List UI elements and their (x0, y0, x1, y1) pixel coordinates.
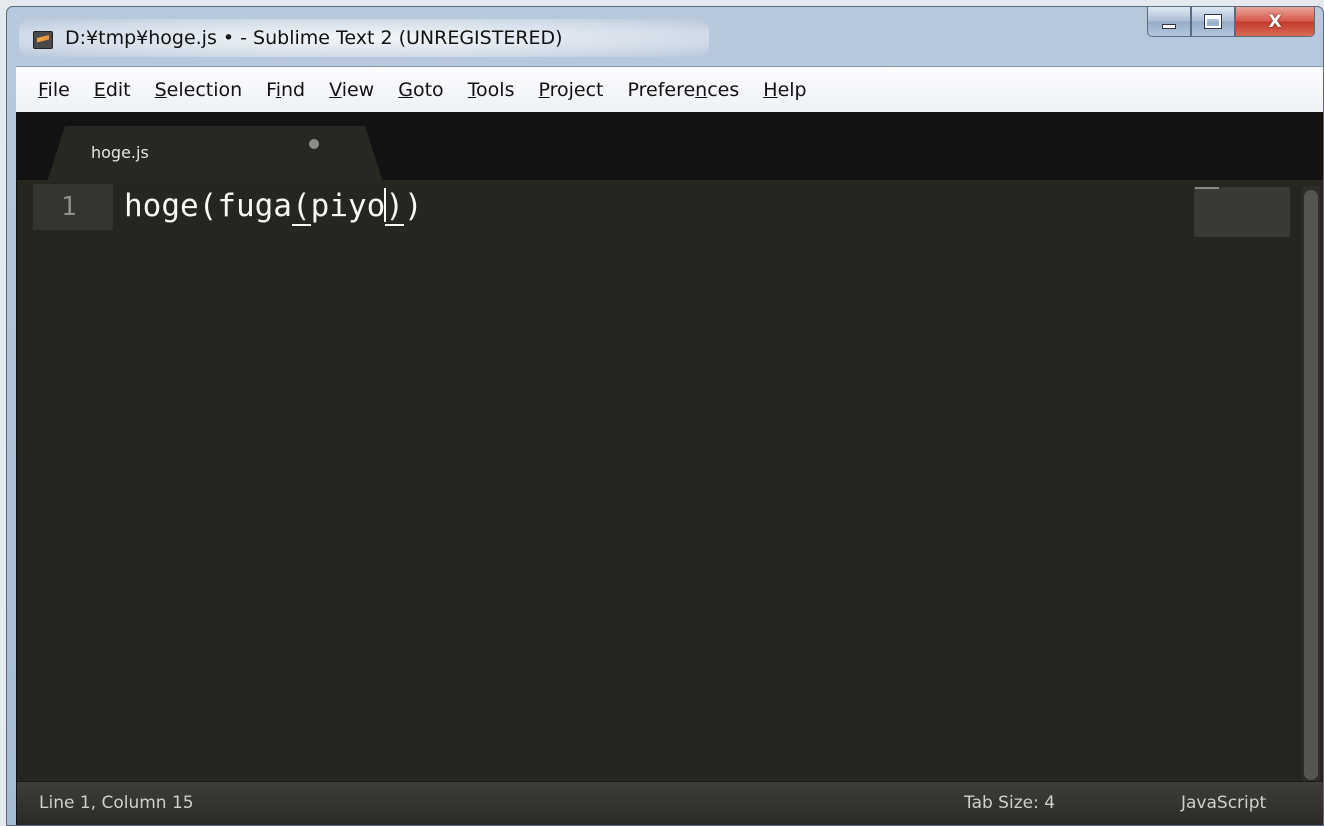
syntax-selector[interactable]: JavaScript (1181, 793, 1266, 813)
menu-file[interactable]: File (38, 79, 70, 101)
cursor-position: Line 1, Column 15 (39, 793, 194, 813)
tab-size-selector[interactable]: Tab Size: 4 (964, 793, 1055, 813)
maximize-button[interactable] (1191, 7, 1235, 37)
maximize-icon (1204, 14, 1222, 29)
close-button[interactable]: X (1235, 7, 1315, 37)
caption-buttons: X (1147, 7, 1315, 43)
matched-close-bracket: ) (385, 188, 404, 226)
tab-label[interactable]: hoge.js (91, 143, 149, 162)
menu-help[interactable]: Help (763, 79, 806, 101)
menu-project[interactable]: Project (538, 79, 603, 101)
window-title: D:¥tmp¥hoge.js • - Sublime Text 2 (UNREG… (65, 27, 563, 49)
line-number: 1 (61, 192, 77, 222)
tab-bar: hoge.js (17, 112, 1323, 180)
app-window: D:¥tmp¥hoge.js • - Sublime Text 2 (UNREG… (6, 6, 1324, 826)
code-text-part: piyo (310, 188, 386, 224)
sublime-text-icon[interactable] (33, 31, 53, 49)
menu-find[interactable]: Find (266, 79, 305, 101)
minimap-line (1195, 187, 1219, 189)
minimize-button[interactable] (1147, 7, 1191, 37)
editor-area: hoge.js 1 hoge(fuga(piyo)) Line 1, Colum… (16, 112, 1323, 825)
code-text-part: hoge(fuga (124, 188, 292, 224)
menu-preferences[interactable]: Preferences (628, 79, 740, 101)
status-bar: Line 1, Column 15 Tab Size: 4 JavaScript (17, 781, 1323, 825)
menu-edit[interactable]: Edit (94, 79, 131, 101)
minimize-icon (1162, 24, 1176, 29)
matched-open-bracket: ( (291, 188, 311, 226)
unsaved-dot-icon[interactable] (309, 139, 319, 149)
menu-selection[interactable]: Selection (155, 79, 243, 101)
menu-goto[interactable]: Goto (398, 79, 443, 101)
code-text-part: ) (403, 188, 423, 224)
menu-tools[interactable]: Tools (468, 79, 515, 101)
menu-bar: File Edit Selection Find View Goto Tools… (16, 66, 1323, 112)
code-line[interactable]: hoge(fuga(piyo)) (124, 188, 423, 226)
close-icon: X (1268, 11, 1282, 32)
minimap-viewport[interactable] (1194, 187, 1290, 237)
title-bar[interactable]: D:¥tmp¥hoge.js • - Sublime Text 2 (UNREG… (7, 7, 1323, 67)
menu-view[interactable]: View (329, 79, 374, 101)
scrollbar-thumb[interactable] (1304, 190, 1318, 780)
